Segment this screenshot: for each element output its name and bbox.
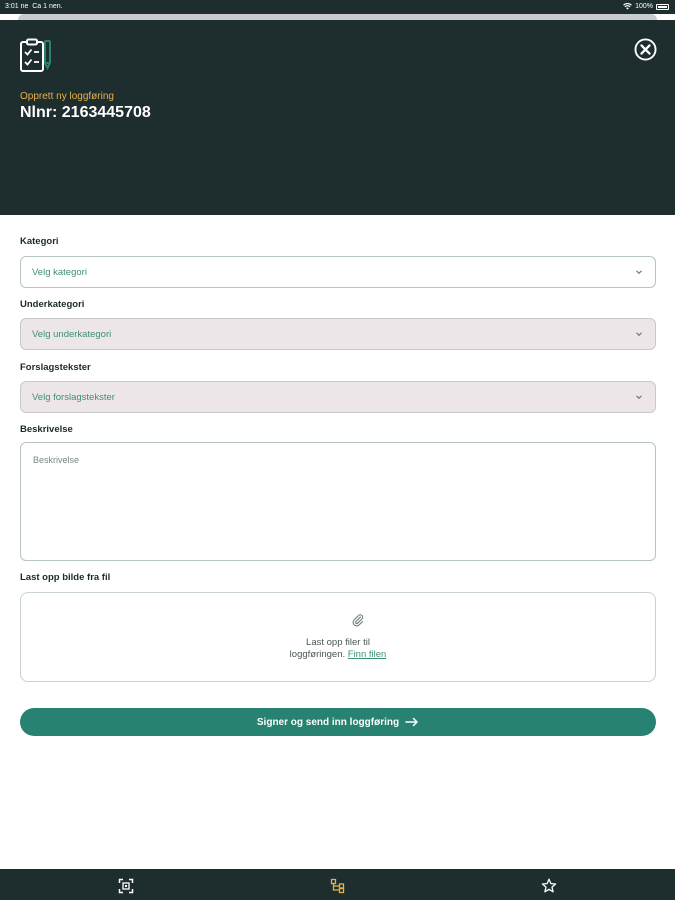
status-date: Ca 1 nen. <box>32 3 63 10</box>
log-tree-icon[interactable] <box>330 878 346 894</box>
underkategori-label: Underkategori <box>20 299 85 310</box>
chevron-down-icon <box>636 395 642 400</box>
page-title: Nlnr: 2163445708 <box>20 104 151 121</box>
header: Opprett ny loggføring Nlnr: 2163445708 <box>0 20 675 215</box>
checklist-pen-icon <box>20 38 51 72</box>
submit-button[interactable]: Signer og send inn loggføring <box>20 708 656 736</box>
battery-icon <box>656 3 669 10</box>
find-file-link[interactable]: Finn filen <box>348 649 387 660</box>
battery-percent: 100% <box>635 3 653 10</box>
paperclip-icon <box>352 614 364 627</box>
upload-text-line2-prefix: loggføringen. <box>289 649 346 660</box>
scan-icon[interactable] <box>118 878 134 894</box>
upload-label: Last opp bilde fra fil <box>20 572 111 583</box>
close-icon[interactable] <box>634 38 657 61</box>
status-time-date: 3:01 ne Ca 1 nen. <box>5 3 63 10</box>
underkategori-placeholder: Velg underkategori <box>32 328 112 340</box>
status-time: 3:01 ne <box>5 3 29 10</box>
status-right: 100% <box>623 3 669 10</box>
star-icon[interactable] <box>541 878 557 894</box>
forslagstekster-placeholder: Velg forslagstekster <box>32 391 115 403</box>
forslagstekster-label: Forslagstekster <box>20 362 91 373</box>
upload-text-line2: loggføringen. Finn filen <box>21 649 655 660</box>
beskrivelse-textarea[interactable]: Beskrivelse <box>20 442 656 561</box>
beskrivelse-label: Beskrivelse <box>20 424 73 435</box>
forslagstekster-select[interactable]: Velg forslagstekster <box>20 381 656 413</box>
kategori-label: Kategori <box>20 236 59 247</box>
status-bar: 3:01 ne Ca 1 nen. 100% <box>0 0 675 14</box>
arrow-right-icon <box>405 717 418 727</box>
kategori-select[interactable]: Velg kategori <box>20 256 656 288</box>
upload-dropzone[interactable]: Last opp filer til loggføringen. Finn fi… <box>20 592 656 682</box>
chevron-down-icon <box>636 332 642 337</box>
tab-bar <box>0 869 675 900</box>
submit-button-label: Signer og send inn loggføring <box>256 716 400 728</box>
upload-text-line1: Last opp filer til <box>306 637 370 648</box>
kategori-placeholder: Velg kategori <box>32 266 87 278</box>
chevron-down-icon <box>636 270 642 275</box>
header-subtitle: Opprett ny loggføring <box>20 91 114 102</box>
beskrivelse-placeholder: Beskrivelse <box>33 455 80 465</box>
wifi-icon <box>623 3 632 10</box>
underkategori-select[interactable]: Velg underkategori <box>20 318 656 350</box>
